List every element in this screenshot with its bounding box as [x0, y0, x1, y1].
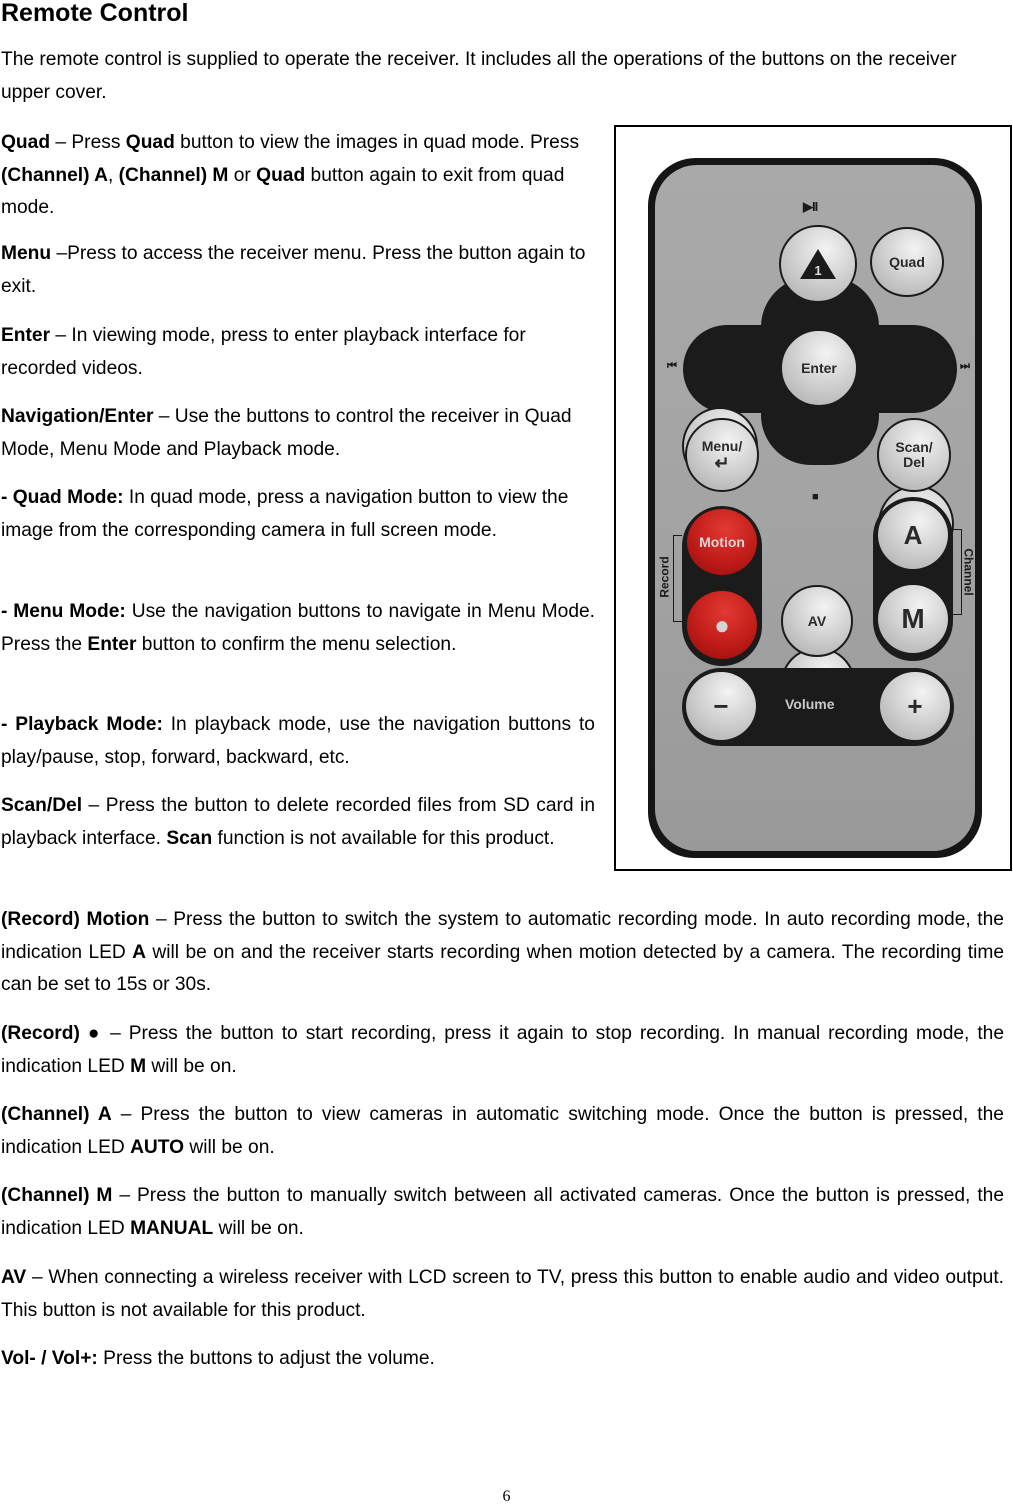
playback-mode-paragraph: - Playback Mode: In playback mode, use t… — [1, 709, 595, 774]
menu-paragraph: Menu –Press to access the receiver menu.… — [1, 238, 591, 303]
page-number: 6 — [502, 1488, 511, 1505]
term: AUTO — [130, 1136, 185, 1158]
channel-a-paragraph: (Channel) A – Press the button to view c… — [1, 1099, 1004, 1164]
volume-label: Volume — [785, 696, 835, 712]
record-dot-paragraph: (Record) ● – Press the button to start r… — [1, 1018, 1004, 1083]
term: Enter — [1, 325, 51, 346]
record-button[interactable]: ● — [685, 589, 759, 661]
text: – In viewing mode, press to enter playba… — [1, 325, 526, 379]
text: , — [107, 164, 119, 186]
term: (Channel) A — [1, 1104, 112, 1125]
remote-control-image: ▶II 1 Quad ⏮ ⏭ 4 Enter 2 — [648, 158, 982, 858]
channel-label: Channel — [961, 548, 976, 596]
channel-m-paragraph: (Channel) M – Press the button to manual… — [1, 1180, 1004, 1245]
term: (Channel) M — [1, 1185, 113, 1206]
term: Quad — [125, 132, 175, 153]
quad-paragraph: Quad – Press Quad button to view the ima… — [1, 127, 595, 225]
term: Scan/Del — [1, 795, 83, 816]
play-pause-icon: ▶II — [803, 199, 818, 214]
channel-bracket — [953, 529, 962, 615]
intro-paragraph: The remote control is supplied to operat… — [1, 49, 957, 103]
term: - Playback Mode: — [1, 714, 163, 735]
menu-mode-paragraph: - Menu Mode: Use the navigation buttons … — [1, 596, 595, 661]
record-label: Record — [657, 556, 672, 598]
button-label: Del — [903, 454, 925, 470]
enter-paragraph: Enter – In viewing mode, press to enter … — [1, 320, 595, 385]
scan-del-paragraph: Scan/Del – Press the button to delete re… — [1, 790, 595, 855]
enter-button[interactable]: Enter — [780, 329, 858, 407]
term: (Record) Motion — [1, 909, 150, 930]
term: Vol- / Vol+: — [1, 1348, 98, 1369]
remote-photo-frame: ▶II 1 Quad ⏮ ⏭ 4 Enter 2 — [614, 125, 1012, 871]
text: or — [228, 164, 257, 186]
term: Menu — [1, 243, 52, 264]
record-motion-button[interactable]: Motion — [685, 507, 759, 577]
next-icon: ⏭ — [960, 360, 970, 372]
button-label: Scan/ — [895, 439, 933, 455]
text: function is not available for this produ… — [212, 827, 555, 849]
term: Enter — [87, 633, 137, 655]
scan-del-button[interactable]: Scan/ Del — [877, 418, 951, 492]
page-title: Remote Control — [1, 0, 189, 27]
quad-button[interactable]: Quad — [870, 227, 944, 297]
av-button[interactable]: AV — [781, 585, 853, 657]
term: (Record) ● — [1, 1023, 103, 1044]
term: MANUAL — [130, 1217, 214, 1239]
text: –Press to access the receiver menu. Pres… — [1, 243, 586, 297]
term: Navigation/Enter — [1, 406, 154, 427]
remote-face: ▶II 1 Quad ⏮ ⏭ 4 Enter 2 — [655, 165, 976, 851]
term: (Channel) M — [118, 164, 229, 186]
term: AV — [1, 1267, 27, 1288]
previous-icon: ⏮ — [667, 360, 677, 372]
term: Quad — [1, 132, 51, 153]
term: M — [130, 1055, 147, 1077]
button-label: 1 — [814, 263, 822, 278]
stop-icon: ■ — [812, 491, 819, 503]
channel-a-button[interactable]: A — [876, 499, 950, 571]
quad-mode-paragraph: - Quad Mode: In quad mode, press a navig… — [1, 482, 591, 547]
term: (Channel) A — [1, 164, 108, 186]
text: Press the buttons to adjust the volume. — [97, 1348, 435, 1369]
navigation-paragraph: Navigation/Enter – Use the buttons to co… — [1, 401, 595, 466]
volume-up-button[interactable]: + — [878, 670, 952, 742]
channel-m-button[interactable]: M — [876, 583, 950, 655]
record-motion-paragraph: (Record) Motion – Press the button to sw… — [1, 904, 1004, 1002]
av-paragraph: AV – When connecting a wireless receiver… — [1, 1262, 1004, 1327]
nav-up-button[interactable]: 1 — [779, 225, 857, 303]
text: button to confirm the menu selection. — [136, 633, 457, 655]
text: – When connecting a wireless receiver wi… — [1, 1267, 1004, 1321]
text: – Press — [50, 132, 126, 153]
volume-down-button[interactable]: − — [684, 670, 758, 742]
record-bracket — [673, 535, 682, 622]
term: Scan — [166, 827, 213, 849]
text: will be on. — [146, 1055, 237, 1077]
term: Quad — [256, 164, 306, 186]
text: will be on. — [213, 1217, 304, 1239]
text: will be on. — [184, 1136, 275, 1158]
text: button to view the images in quad mode. … — [174, 132, 580, 153]
button-label: Menu/ — [701, 437, 743, 454]
enter-return-icon: ↵ — [714, 452, 730, 473]
menu-button[interactable]: Menu/ ↵ — [685, 418, 759, 492]
term: - Menu Mode: — [1, 601, 126, 622]
term: - Quad Mode: — [1, 487, 124, 508]
term: A — [132, 941, 147, 963]
volume-paragraph: Vol- / Vol+: Press the buttons to adjust… — [1, 1343, 1004, 1376]
text: will be on and the receiver starts recor… — [1, 941, 1005, 996]
